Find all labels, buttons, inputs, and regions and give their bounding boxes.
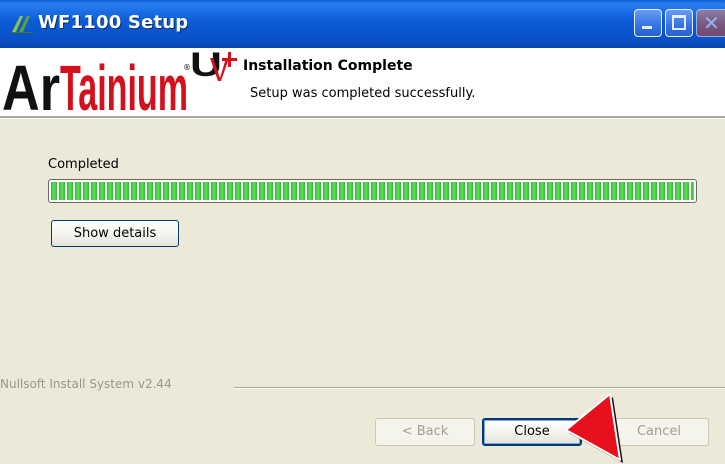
branding-divider [234, 387, 725, 389]
branding-text: Nullsoft Install System v2.44 [0, 377, 172, 391]
svg-text:Tainium: Tainium [60, 52, 188, 116]
back-button[interactable]: < Back [375, 418, 475, 446]
progress-fill [51, 182, 694, 200]
minimize-icon [642, 26, 652, 29]
progress-bar [48, 179, 697, 203]
svg-text:Ar: Ar [2, 52, 60, 116]
artainium-logo: Ar Tainium U ® [2, 48, 237, 116]
red-arrow-pointer-icon [565, 393, 623, 463]
header-title: Installation Complete [243, 58, 413, 74]
maximize-icon [672, 15, 686, 30]
title-bar[interactable]: WF1100 Setup ✕ [0, 0, 725, 48]
setup-window: WF1100 Setup ✕ Ar Tainium U ® Installati… [0, 0, 725, 464]
show-details-button[interactable]: Show details [51, 220, 179, 247]
close-icon: ✕ [703, 11, 720, 35]
header-panel: Ar Tainium U ® Installation Complete Set… [0, 48, 725, 116]
close-window-button[interactable]: ✕ [696, 9, 725, 37]
window-title: WF1100 Setup [38, 12, 189, 33]
minimize-button[interactable] [634, 9, 662, 37]
header-subtitle: Setup was completed successfully. [250, 86, 476, 101]
maximize-button[interactable] [665, 9, 693, 37]
app-icon [11, 16, 33, 33]
svg-text:®: ® [183, 63, 191, 72]
status-label: Completed [48, 157, 119, 172]
